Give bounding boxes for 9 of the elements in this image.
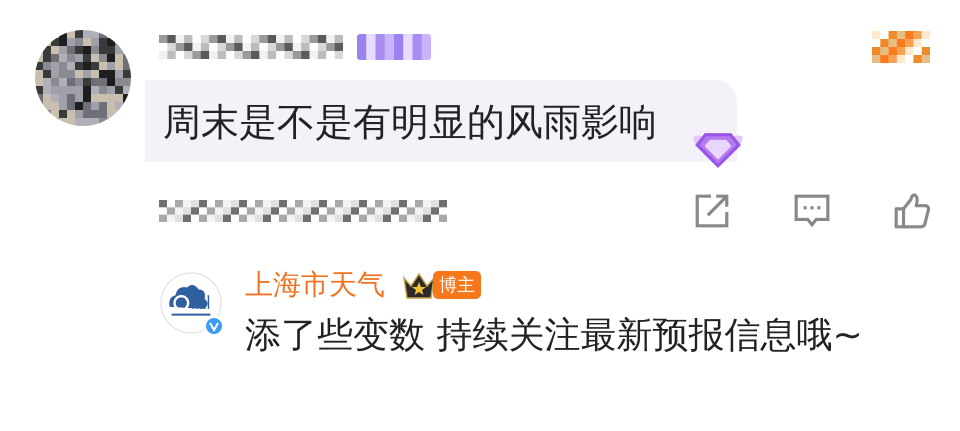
reply-text: 添了些变数 持续关注最新预报信息哦~ (245, 314, 864, 358)
pixelated-badge (872, 31, 930, 63)
comment-icon[interactable] (793, 192, 831, 230)
share-icon[interactable] (693, 192, 731, 230)
like-icon[interactable] (893, 192, 931, 230)
blogger-tag: 博主 (433, 271, 481, 299)
author-name[interactable]: 上海市天气 (245, 266, 385, 304)
comment-text: 周末是不是有明显的风雨影响 (163, 98, 657, 146)
weather-logo-avatar[interactable] (160, 272, 222, 334)
